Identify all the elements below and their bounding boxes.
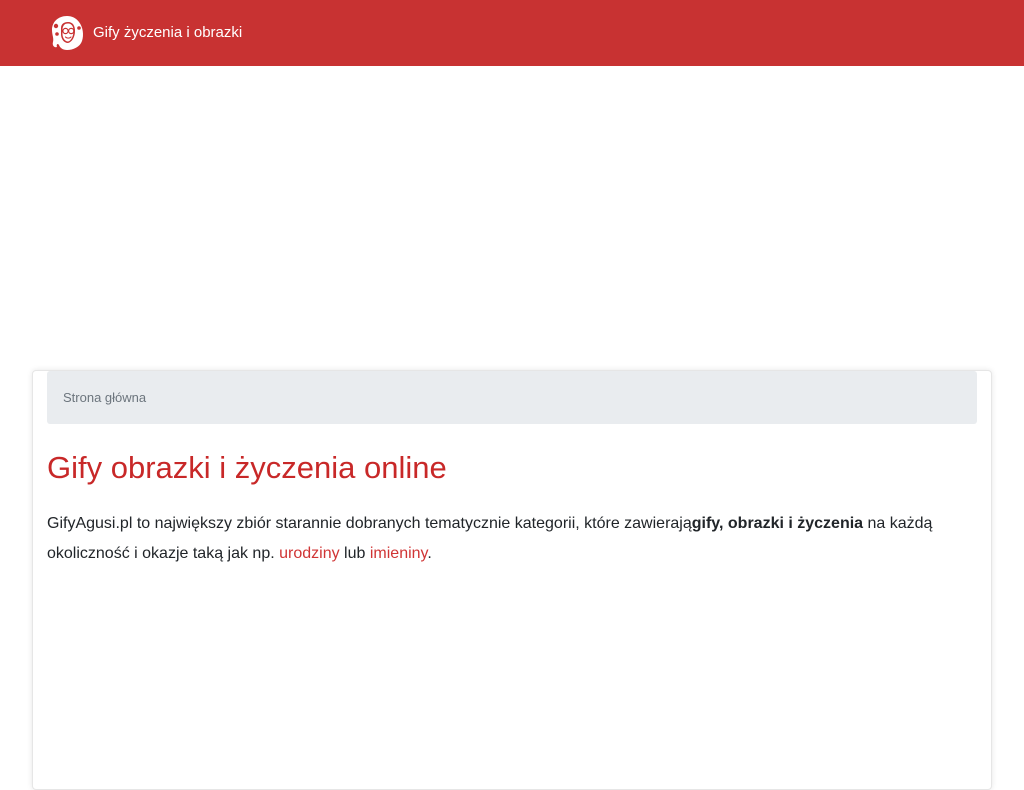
link-urodziny[interactable]: urodziny <box>279 545 339 562</box>
content-card: Strona główna Gify obrazki i życzenia on… <box>32 370 992 790</box>
intro-bold-text: gify, obrazki i życzenia <box>691 515 864 532</box>
woman-portrait-logo-icon <box>52 16 83 50</box>
page-title: Gify obrazki i życzenia online <box>47 450 447 485</box>
intro-paragraph: GifyAgusi.pl to największy zbiór starann… <box>47 509 967 569</box>
intro-text-1: GifyAgusi.pl to największy zbiór starann… <box>47 515 692 532</box>
intro-text-3: lub <box>339 545 370 562</box>
breadcrumb-item-home[interactable]: Strona główna <box>63 390 146 405</box>
link-imieniny[interactable]: imieniny <box>370 545 428 562</box>
top-navbar: Gify życzenia i obrazki <box>0 0 1024 66</box>
advertisement-space <box>0 66 1024 366</box>
brand-link[interactable]: Gify życzenia i obrazki <box>48 14 242 52</box>
brand-title: Gify życzenia i obrazki <box>93 24 243 41</box>
intro-text-4: . <box>427 545 432 562</box>
breadcrumb: Strona główna <box>47 371 977 424</box>
